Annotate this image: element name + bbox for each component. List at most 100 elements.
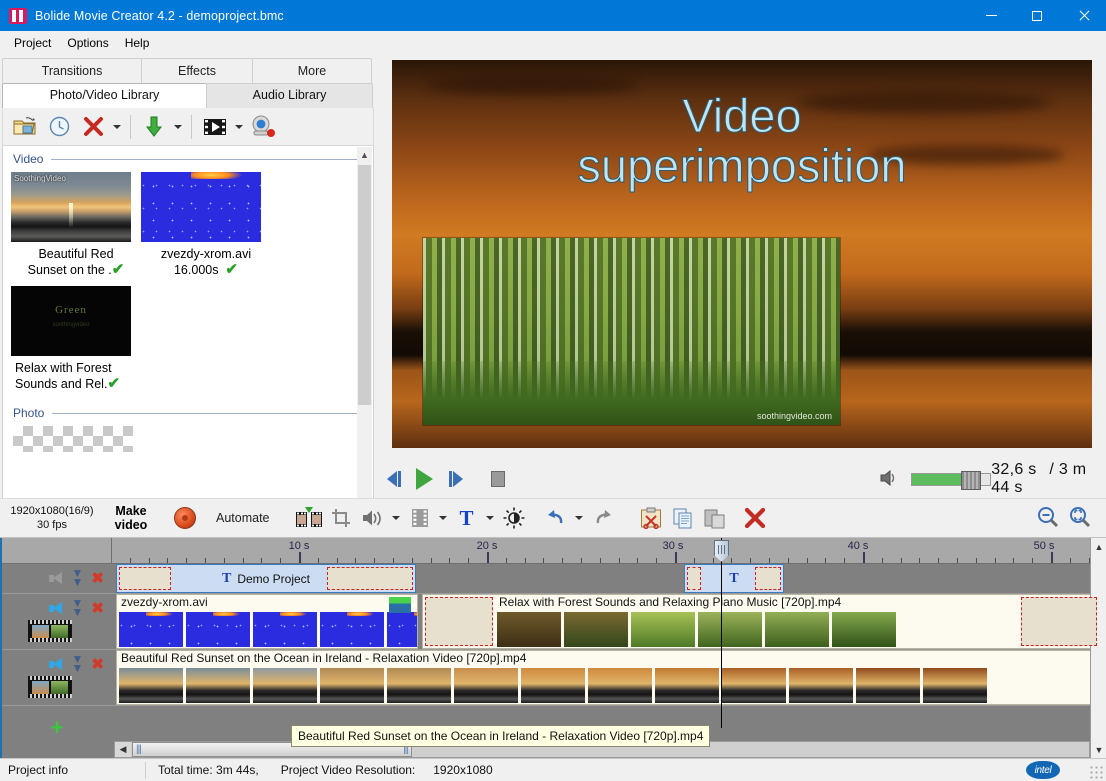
track-controls: ▼▼ ✖ [2, 594, 112, 617]
make-video-button[interactable]: Make video [104, 504, 158, 532]
library-item[interactable]: zvezdy-xrom.avi 16.000s ✔ [141, 172, 271, 278]
menu-item-options[interactable]: Options [59, 33, 116, 53]
timeline-clip-video[interactable]: zvezdy-xrom.avi [116, 594, 418, 649]
mute-speaker-icon[interactable] [49, 602, 64, 615]
brightness-icon[interactable] [499, 503, 529, 533]
automate-button[interactable]: Automate [216, 511, 270, 525]
capture-dropdown-caret-icon[interactable] [233, 112, 245, 142]
tab-photo-video-library[interactable]: Photo/Video Library [2, 83, 207, 108]
transition-out[interactable] [755, 567, 781, 590]
copy-icon[interactable] [668, 503, 698, 533]
mute-speaker-icon[interactable] [49, 572, 64, 585]
timeline-clip-video[interactable]: Relax with Forest Sounds and Relaxing Pi… [422, 594, 1100, 649]
preview-canvas[interactable]: Video superimposition soothingvideo.com [392, 60, 1092, 448]
tab-transitions[interactable]: Transitions [2, 58, 142, 83]
library-list[interactable]: Video SoothingVideo Beautiful Red Sunset… [2, 146, 374, 556]
transition-out[interactable] [327, 567, 413, 590]
timeline-clip-text[interactable]: T Demo Project [116, 564, 416, 593]
track-row-video-2[interactable]: Beautiful Red Sunset on the Ocean in Ire… [112, 650, 1090, 706]
group-header-video: Video [3, 146, 373, 168]
delete-track-icon[interactable]: ✖ [91, 657, 104, 672]
thumbnail-zvezdy [141, 172, 261, 242]
webcam-record-icon[interactable] [247, 112, 279, 142]
clip-frame [655, 668, 719, 703]
track-header-video-1[interactable]: ▼▼ ✖ [2, 594, 112, 650]
download-arrow-icon[interactable] [138, 112, 170, 142]
audio-dropdown-caret-icon[interactable] [390, 503, 403, 533]
scroll-left-icon[interactable]: ◀ [115, 742, 131, 757]
playhead[interactable] [721, 538, 722, 728]
mute-speaker-icon[interactable] [49, 658, 64, 671]
redo-icon[interactable] [588, 503, 618, 533]
play-button[interactable] [409, 462, 440, 496]
transition-in[interactable] [119, 567, 171, 590]
volume-knob[interactable] [961, 471, 981, 490]
step-forward-button[interactable] [441, 462, 472, 496]
filmstrip-dropdown-caret-icon[interactable] [437, 503, 450, 533]
record-icon[interactable] [174, 507, 196, 529]
ruler-major-tick [299, 552, 301, 563]
volume-slider[interactable] [911, 473, 991, 486]
filmstrip-play-icon[interactable] [199, 112, 231, 142]
delete-track-icon[interactable]: ✖ [91, 601, 104, 616]
timeline-clip-video[interactable]: Beautiful Red Sunset on the Ocean in Ire… [116, 650, 1096, 705]
crop-icon[interactable] [326, 503, 356, 533]
timeline-clip-text-2[interactable]: T [684, 564, 784, 593]
undo-dropdown-caret-icon[interactable] [573, 503, 586, 533]
transition-in[interactable] [425, 597, 493, 646]
track-row-video-1[interactable]: zvezdy-xrom.avi Relax with Forest Sounds… [112, 594, 1090, 650]
add-text-icon[interactable]: T [452, 503, 482, 533]
library-item[interactable]: SoothingVideo Beautiful Red Sunset on th… [11, 172, 141, 278]
delete-track-icon[interactable]: ✖ [91, 571, 104, 586]
track-header-text[interactable]: ▼▼ ✖ [2, 564, 112, 594]
zoom-out-icon[interactable] [1036, 505, 1060, 532]
tab-audio-library[interactable]: Audio Library [206, 83, 373, 108]
library-scrollbar[interactable]: ▲ ▼ [357, 147, 372, 554]
transition-out[interactable] [1021, 597, 1097, 646]
scrollbar-thumb[interactable] [358, 165, 371, 405]
collapse-chevrons-icon[interactable]: ▼▼ [72, 569, 84, 587]
open-folder-icon[interactable] [9, 112, 41, 142]
resize-grip-icon[interactable] [1089, 765, 1103, 779]
track-header-video-2[interactable]: ▼▼ ✖ [2, 650, 112, 706]
minimize-button[interactable] [968, 0, 1014, 31]
add-track-button[interactable]: + [2, 716, 112, 740]
delete-red-x-icon[interactable] [740, 503, 770, 533]
recent-clock-icon[interactable] [43, 112, 75, 142]
delete-dropdown-caret-icon[interactable] [111, 112, 123, 142]
menu-bar: Project Options Help [0, 31, 1106, 55]
timeline-vertical-scrollbar[interactable]: ▲ ▼ [1090, 538, 1106, 758]
library-item[interactable]: Green soothingvideo Relax with Forest So… [11, 286, 141, 392]
checkmark-icon: ✔ [107, 375, 120, 392]
delete-red-x-icon[interactable] [77, 112, 109, 142]
step-back-button[interactable] [378, 462, 409, 496]
download-dropdown-caret-icon[interactable] [172, 112, 184, 142]
transition-in[interactable] [687, 567, 701, 590]
menu-item-help[interactable]: Help [117, 33, 158, 53]
text-dropdown-caret-icon[interactable] [484, 503, 497, 533]
collapse-chevrons-icon[interactable]: ▼▼ [72, 599, 84, 617]
filmstrip-icon[interactable] [405, 503, 435, 533]
menu-item-project[interactable]: Project [6, 33, 59, 53]
audio-volume-icon[interactable] [358, 503, 388, 533]
tab-more[interactable]: More [252, 58, 372, 83]
step-forward-bar [449, 471, 452, 487]
split-clip-icon[interactable] [294, 503, 324, 533]
cut-icon[interactable] [636, 503, 666, 533]
track-row-text[interactable]: T Demo Project T [112, 564, 1090, 594]
scroll-up-icon[interactable]: ▲ [357, 147, 372, 163]
undo-icon[interactable] [541, 503, 571, 533]
scroll-up-icon[interactable]: ▲ [1091, 538, 1106, 555]
maximize-button[interactable] [1014, 0, 1060, 31]
close-button[interactable] [1060, 0, 1106, 31]
timeline-ruler[interactable]: 10 s20 s30 s40 s50 s [112, 538, 1090, 564]
collapse-chevrons-icon[interactable]: ▼▼ [72, 655, 84, 673]
zoom-fit-icon[interactable] [1068, 505, 1092, 532]
stop-button[interactable] [482, 462, 513, 496]
paste-icon[interactable] [700, 503, 730, 533]
mute-button[interactable] [879, 469, 899, 490]
ruler-minor-tick [337, 558, 338, 563]
tab-effects[interactable]: Effects [141, 58, 253, 83]
clip-frame [698, 612, 762, 647]
scroll-down-icon[interactable]: ▼ [1091, 741, 1106, 758]
